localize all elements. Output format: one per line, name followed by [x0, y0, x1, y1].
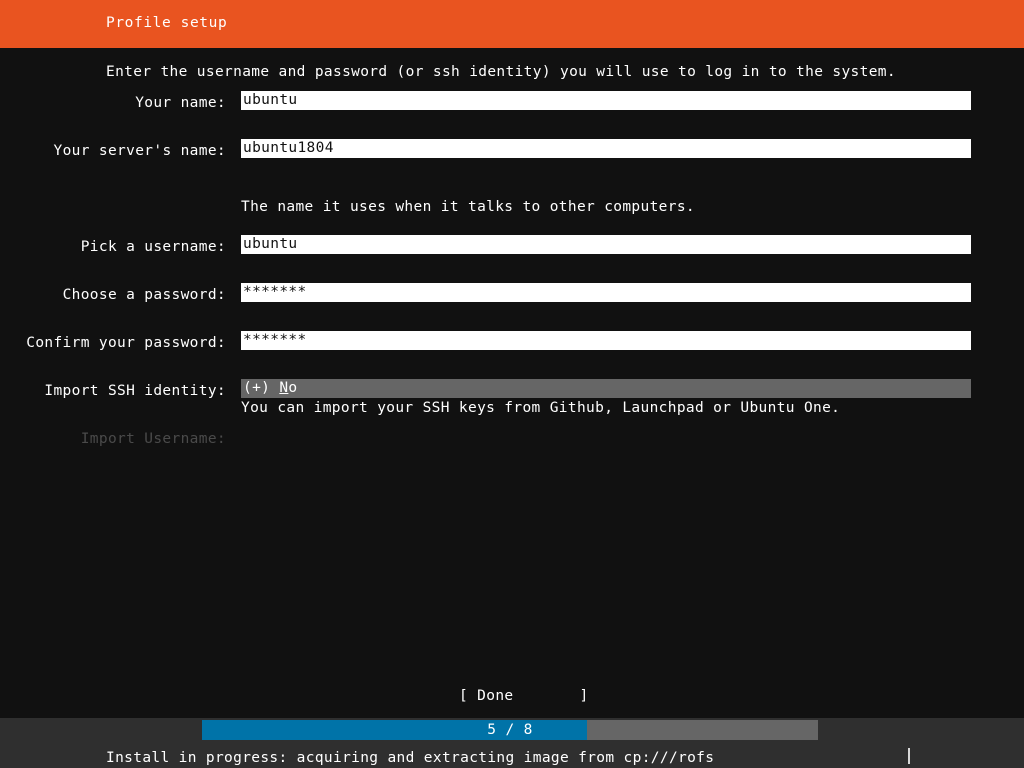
- page-title: Profile setup: [106, 16, 227, 31]
- done-button[interactable]: [ Done]: [459, 689, 589, 704]
- intro-text: Enter the username and password (or ssh …: [106, 65, 896, 80]
- label-ssh-identity: Import SSH identity:: [0, 384, 226, 399]
- main-content: Enter the username and password (or ssh …: [0, 48, 1024, 718]
- progress-label: 5 / 8: [202, 723, 818, 738]
- input-server-name[interactable]: ubuntu1804: [241, 139, 971, 158]
- form-row-password: Choose a password: *******: [0, 288, 1024, 308]
- done-button-bracket: ]: [579, 688, 588, 704]
- form-row-confirm-password: Confirm your password: *******: [0, 336, 1024, 356]
- input-confirm-password[interactable]: *******: [241, 331, 971, 350]
- form-row-username: Pick a username: ubuntu: [0, 240, 1024, 260]
- input-password[interactable]: *******: [241, 283, 971, 302]
- installer-screen: Profile setup Enter the username and pas…: [0, 0, 1024, 768]
- form-row-your-name: Your name: ubuntu: [0, 96, 1024, 116]
- label-your-name: Your name:: [0, 96, 226, 111]
- label-confirm-password: Confirm your password:: [0, 336, 226, 351]
- label-username: Pick a username:: [0, 240, 226, 255]
- title-bar: Profile setup: [0, 0, 1024, 48]
- footer: 5 / 8 Install in progress: acquiring and…: [0, 718, 1024, 768]
- label-password: Choose a password:: [0, 288, 226, 303]
- progress-bar: 5 / 8: [202, 720, 818, 740]
- terminal-cursor: [908, 748, 910, 764]
- label-server-name: Your server's name:: [0, 144, 226, 159]
- select-ssh-identity[interactable]: (+) No: [241, 379, 971, 398]
- hint-server-name: The name it uses when it talks to other …: [241, 200, 695, 215]
- status-text: Install in progress: acquiring and extra…: [106, 751, 714, 766]
- form-row-import-username: Import Username:: [0, 432, 1024, 452]
- done-button-label: [ Done: [459, 688, 513, 704]
- form-row-server-name: Your server's name: ubuntu1804: [0, 144, 1024, 164]
- select-value-rest: o: [288, 380, 297, 396]
- select-marker-icon: (+): [243, 380, 279, 396]
- input-username[interactable]: ubuntu: [241, 235, 971, 254]
- hint-ssh-identity: You can import your SSH keys from Github…: [241, 401, 840, 416]
- label-import-username: Import Username:: [0, 432, 226, 447]
- input-your-name[interactable]: ubuntu: [241, 91, 971, 110]
